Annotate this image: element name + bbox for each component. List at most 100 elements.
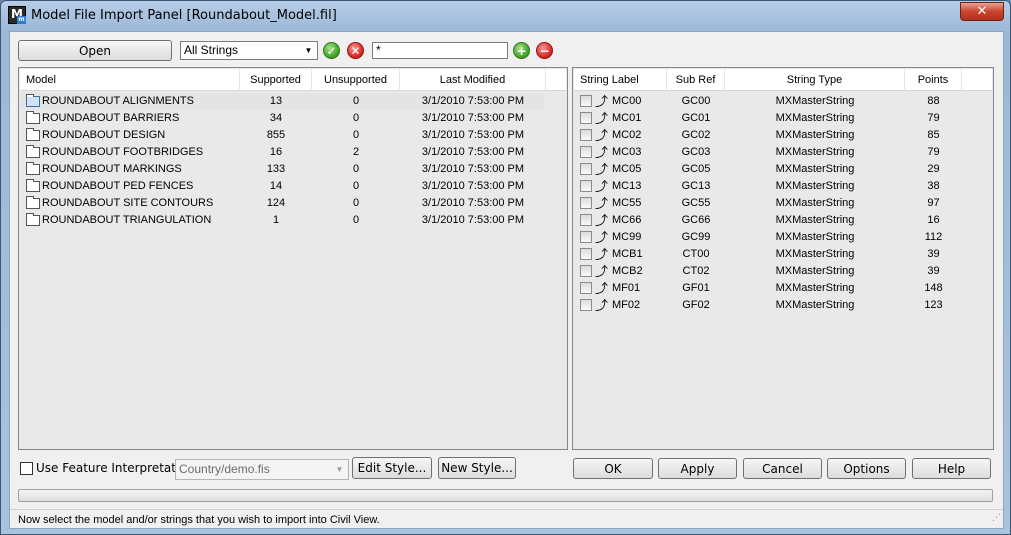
string-curve-icon: ⤴ [595,111,609,126]
folder-icon [26,145,40,158]
app-icon: M m [8,6,26,24]
string-row[interactable]: ⤴ MC01 GC01 MXMasterString 79 [574,110,992,127]
string-checkbox[interactable] [580,282,592,294]
string-checkbox[interactable] [580,265,592,277]
ok-button[interactable]: OK [573,458,653,479]
string-checkbox[interactable] [580,95,592,107]
model-name: ROUNDABOUT TRIANGULATION [42,214,212,226]
string-row[interactable]: ⤴ MCB1 CT00 MXMasterString 39 [574,246,992,263]
string-checkbox[interactable] [580,129,592,141]
column-header-last-modified[interactable]: Last Modified [400,69,546,91]
progress-bar [18,489,993,502]
string-row[interactable]: ⤴ MC66 GC66 MXMasterString 16 [574,212,992,229]
string-points: 16 [927,214,940,226]
string-row[interactable]: ⤴ MCB2 CT02 MXMasterString 39 [574,263,992,280]
string-row[interactable]: ⤴ MC05 GC05 MXMasterString 29 [574,161,992,178]
model-supported: 16 [269,146,283,158]
model-last-modified: 3/1/2010 7:53:00 PM [421,112,525,124]
use-feature-checkbox[interactable] [20,462,33,475]
column-header-string-type[interactable]: String Type [725,69,905,91]
model-unsupported: 0 [352,197,360,209]
app-icon-sub: m [17,16,26,24]
string-type: MXMasterString [775,146,855,158]
model-supported: 13 [269,95,283,107]
string-subref: GF02 [682,299,710,311]
column-header-unsupported[interactable]: Unsupported [312,69,400,91]
close-button[interactable]: ✕ [960,2,1004,21]
string-checkbox[interactable] [580,146,592,158]
new-style-button[interactable]: New Style... [438,457,516,479]
string-checkbox[interactable] [580,180,592,192]
resize-grip-icon[interactable]: ⋰ [992,507,1001,527]
string-checkbox[interactable] [580,214,592,226]
model-row[interactable]: ROUNDABOUT MARKINGS 133 0 3/1/2010 7:53:00 … [20,161,566,178]
string-label: MC99 [612,231,642,243]
model-row[interactable]: ROUNDABOUT BARRIERS 34 0 3/1/2010 7:53:00 P… [20,110,566,127]
chevron-down-icon: ▼ [335,465,344,474]
string-subref: CT02 [682,265,710,277]
string-checkbox[interactable] [580,163,592,175]
string-type: MXMasterString [775,265,855,277]
model-row[interactable]: ROUNDABOUT PED FENCES 14 0 3/1/2010 7:53:00… [20,178,566,195]
cancel-button[interactable]: Cancel [743,458,822,479]
folder-icon [26,94,40,107]
string-checkbox[interactable] [580,231,592,243]
string-row[interactable]: ⤴ MC03 GC03 MXMasterString 79 [574,144,992,161]
check-icon[interactable]: ✓ [323,42,340,59]
x-icon[interactable]: ✕ [347,42,364,59]
open-button[interactable]: Open [18,40,172,61]
column-header-points[interactable]: Points [905,69,962,91]
model-name: ROUNDABOUT ALIGNMENTS [42,95,194,107]
apply-button[interactable]: Apply [658,458,737,479]
string-row[interactable]: ⤴ MC55 GC55 MXMasterString 97 [574,195,992,212]
options-button[interactable]: Options [827,458,906,479]
model-row[interactable]: ROUNDABOUT SITE CONTOURS 124 0 3/1/2010 7:5… [20,195,566,212]
strings-list[interactable]: String Label Sub Ref String Type Points … [572,67,994,450]
model-unsupported: 0 [352,180,360,192]
string-filter-combo[interactable]: All Strings ▼ [180,41,318,60]
string-row[interactable]: ⤴ MC99 GC99 MXMasterString 112 [574,229,992,246]
string-subref: GC13 [681,180,711,192]
column-header-supported[interactable]: Supported [240,69,312,91]
string-subref: GC02 [681,129,711,141]
model-row[interactable]: ROUNDABOUT TRIANGULATION 1 0 3/1/2010 7:53:… [20,212,566,229]
string-checkbox[interactable] [580,112,592,124]
string-checkbox[interactable] [580,197,592,209]
string-row[interactable]: ⤴ MF01 GF01 MXMasterString 148 [574,280,992,297]
pattern-input[interactable]: * [372,42,508,59]
string-row[interactable]: ⤴ MC02 GC02 MXMasterString 85 [574,127,992,144]
string-points: 79 [927,112,940,124]
edit-style-button[interactable]: Edit Style... [352,457,432,479]
column-header-model[interactable]: Model [20,69,240,91]
model-supported: 855 [266,129,286,141]
string-checkbox[interactable] [580,299,592,311]
folder-icon [26,213,40,226]
string-points: 88 [927,95,940,107]
folder-icon [26,196,40,209]
model-row[interactable]: ROUNDABOUT FOOTBRIDGES 16 2 3/1/2010 7:53:0… [20,144,566,161]
models-list[interactable]: Model Supported Unsupported Last Modifie… [18,67,568,450]
string-row[interactable]: ⤴ MF02 GF02 MXMasterString 123 [574,297,992,314]
feature-style-combo[interactable]: Country/demo.fis ▼ [175,459,349,480]
title-bar[interactable]: M m Model File Import Panel [Roundabout_… [1,1,1010,29]
plus-icon[interactable]: + [513,42,530,59]
model-unsupported: 0 [352,214,360,226]
minus-icon[interactable]: − [536,42,553,59]
string-row[interactable]: ⤴ MC13 GC13 MXMasterString 38 [574,178,992,195]
string-label: MF01 [612,282,641,294]
string-subref: GC01 [681,112,711,124]
model-row[interactable]: ROUNDABOUT DESIGN 855 0 3/1/2010 7:53:00 PM [20,127,566,144]
window-title: Model File Import Panel [Roundabout_Mode… [31,8,337,23]
string-row[interactable]: ⤴ MC00 GC00 MXMasterString 88 [574,93,992,110]
feature-style-value: Country/demo.fis [179,462,270,476]
model-row[interactable]: ROUNDABOUT ALIGNMENTS 13 0 3/1/2010 7:53:00… [20,93,544,110]
string-checkbox[interactable] [580,248,592,260]
column-header-string-label[interactable]: String Label [574,69,667,91]
model-last-modified: 3/1/2010 7:53:00 PM [421,146,525,158]
column-header-sub-ref[interactable]: Sub Ref [667,69,725,91]
status-text: Now select the model and/or strings that… [18,514,380,526]
string-curve-icon: ⤴ [595,281,609,296]
model-supported: 133 [266,163,286,175]
string-label: MC13 [612,180,642,192]
help-button[interactable]: Help [912,458,991,479]
